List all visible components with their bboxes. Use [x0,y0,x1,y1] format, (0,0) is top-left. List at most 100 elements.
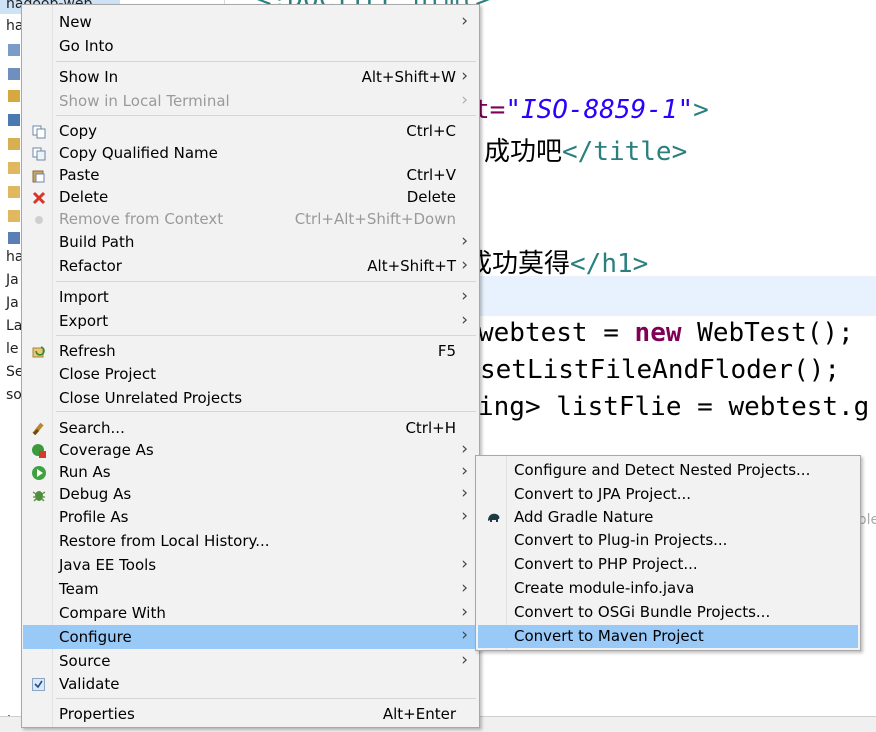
submenu-item-create-module-info[interactable]: Create module-info.java [478,577,858,600]
menu-item-close-project[interactable]: Close Project [23,363,478,386]
chevron-right-icon: › [461,625,468,645]
menu-item-copy[interactable]: Copy Ctrl+C [23,120,478,143]
menu-item-label: Import [59,288,109,306]
submenu-item-add-gradle-nature[interactable]: Add Gradle Nature [478,506,858,529]
menu-item-shortcut: Alt+Enter [382,705,456,723]
tree-row-icon[interactable] [8,208,22,230]
chevron-right-icon: › [461,255,468,275]
submenu-item-configure-detect-nested[interactable]: Configure and Detect Nested Projects... [478,459,858,482]
menu-item-new[interactable]: New › [23,11,478,34]
menu-item-java-ee-tools[interactable]: Java EE Tools › [23,554,478,577]
tree-row[interactable]: La [6,318,22,340]
menu-separator [56,335,476,336]
tree-row-label: La [6,318,23,334]
menu-item-coverage-as[interactable]: Coverage As › [23,439,478,462]
menu-item-delete[interactable]: Delete Delete [23,186,478,209]
submenu-item-convert-osgi[interactable]: Convert to OSGi Bundle Projects... [478,601,858,624]
menu-item-shortcut: Ctrl+H [405,419,456,437]
menu-item-label: Restore from Local History... [59,532,270,550]
chevron-right-icon: › [461,602,468,622]
code-line: ing> listFlie = webtest.g [478,392,869,422]
current-line-highlight [480,276,876,316]
delete-icon [31,190,47,206]
code-line: setListFileAndFloder(); [480,355,840,385]
menu-item-compare-with[interactable]: Compare With › [23,602,478,625]
tree-row-icon[interactable] [8,160,22,182]
menu-item-build-path[interactable]: Build Path › [23,231,478,254]
menu-item-remove-from-context[interactable]: Remove from Context Ctrl+Alt+Shift+Down [23,208,478,231]
menu-item-label: Configure [59,628,132,646]
menu-item-team[interactable]: Team › [23,578,478,601]
menu-item-source[interactable]: Source › [23,650,478,673]
menu-item-label: Properties [59,705,135,723]
menu-item-shortcut: Alt+Shift+T [367,257,456,275]
tree-row-icon[interactable] [8,88,22,110]
menu-item-label: Copy Qualified Name [59,144,218,162]
code-tag: </h1> [570,249,649,279]
chevron-right-icon: › [461,578,468,598]
gradle-elephant-icon [486,510,502,526]
menu-item-copy-qualified-name[interactable]: Copy Qualified Name [23,142,478,165]
menu-item-export[interactable]: Export › [23,310,478,333]
submenu-item-convert-jpa[interactable]: Convert to JPA Project... [478,483,858,506]
menu-item-label: Debug As [59,485,132,503]
menu-item-label: Run As [59,463,111,481]
code-line: t="ISO-8859-1"> [474,95,709,125]
coverage-icon [31,443,47,459]
menu-item-paste[interactable]: Paste Ctrl+V [23,164,478,187]
tree-row-icon[interactable] [8,184,22,206]
code-tag: </title> [562,137,688,167]
tree-row-label: so [6,387,22,403]
menu-item-show-in-local-terminal[interactable]: Show in Local Terminal › [23,90,478,113]
menu-item-go-into[interactable]: Go Into [23,35,478,58]
chevron-right-icon: › [461,506,468,526]
menu-item-debug-as[interactable]: Debug As › [23,483,478,506]
menu-item-label: Refactor [59,257,122,275]
code-text: 成功莫得 [466,249,571,279]
chevron-right-icon: › [461,66,468,86]
tree-row[interactable]: Ja [6,272,19,294]
tree-row[interactable]: le [6,341,19,363]
menu-item-import[interactable]: Import › [23,286,478,309]
menu-item-label: Compare With [59,604,166,622]
menu-item-configure[interactable]: Configure › [23,625,478,649]
submenu-item-convert-maven[interactable]: Convert to Maven Project [478,625,858,648]
menu-item-label: Search... [59,419,125,437]
menu-item-label: Close Project [59,365,156,383]
menu-item-shortcut: Ctrl+Alt+Shift+Down [294,210,456,228]
tree-row[interactable]: so [6,387,22,409]
tree-row-icon[interactable] [8,66,22,88]
menu-item-run-as[interactable]: Run As › [23,461,478,484]
menu-item-label: New [59,13,92,31]
code-line: webtest = new WebTest(); [478,318,854,348]
chevron-right-icon: › [461,439,468,459]
menu-item-validate[interactable]: Validate [23,673,478,696]
menu-item-refresh[interactable]: Refresh F5 [23,340,478,363]
submenu-item-label: Convert to Plug-in Projects... [514,531,728,549]
chevron-right-icon: › [461,11,468,31]
menu-item-refactor[interactable]: Refactor Alt+Shift+T › [23,255,478,278]
tree-row[interactable]: Ja [6,295,19,317]
tree-row-icon[interactable] [8,42,22,64]
menu-item-label: Java EE Tools [59,556,157,574]
tree-row-label: Ja [6,295,19,311]
submenu-item-convert-plugin[interactable]: Convert to Plug-in Projects... [478,529,858,552]
menu-item-restore-local-history[interactable]: Restore from Local History... [23,530,478,553]
tree-row-icon[interactable] [8,112,22,134]
menu-item-properties[interactable]: Properties Alt+Enter [23,703,478,726]
menu-item-profile-as[interactable]: Profile As › [23,506,478,529]
chevron-right-icon: › [461,483,468,503]
submenu-item-convert-php[interactable]: Convert to PHP Project... [478,553,858,576]
code-text: WebTest(); [681,318,854,348]
menu-separator [56,698,476,699]
menu-item-show-in[interactable]: Show In Alt+Shift+W › [23,66,478,89]
refresh-icon [31,344,47,360]
menu-item-close-unrelated-projects[interactable]: Close Unrelated Projects [23,387,478,410]
submenu-item-label: Create module-info.java [514,579,695,597]
tree-row-icon[interactable] [8,136,22,158]
configure-submenu: Configure and Detect Nested Projects... … [475,455,861,651]
chevron-right-icon: › [461,461,468,481]
menu-item-search[interactable]: Search... Ctrl+H [23,417,478,440]
submenu-item-label: Convert to Maven Project [514,627,704,645]
menu-item-label: Remove from Context [59,210,224,228]
